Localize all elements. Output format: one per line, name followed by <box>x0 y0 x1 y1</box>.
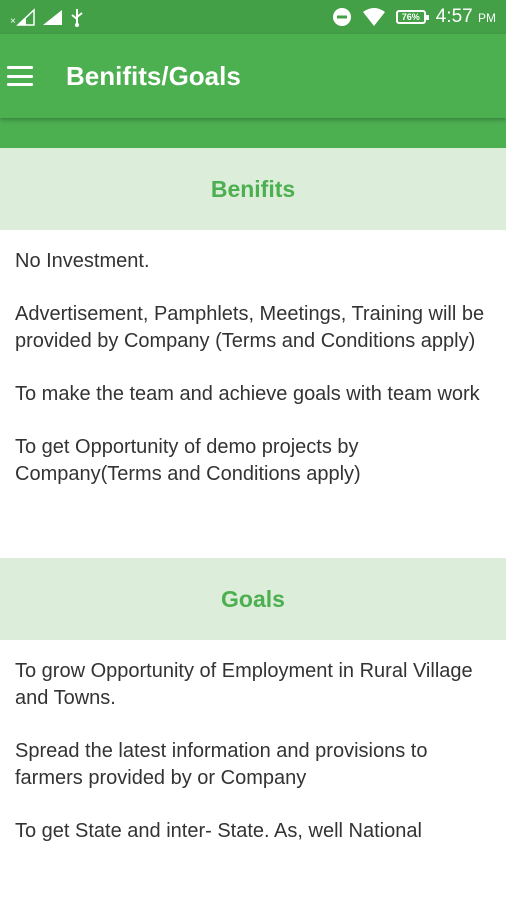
status-time-value: 4:57 <box>435 6 473 27</box>
battery-icon: 76% <box>395 10 429 24</box>
goals-header: Goals <box>0 558 506 640</box>
dnd-icon <box>332 8 351 26</box>
benefits-header: Benifits <box>0 148 506 230</box>
app-bar: Benifits/Goals <box>0 34 506 118</box>
app-title: Benifits/Goals <box>66 60 241 91</box>
wifi-icon <box>362 8 385 26</box>
usb-icon <box>71 9 83 27</box>
header-strip <box>0 118 506 148</box>
benefits-body: No Investment. Advertisement, Pamphlets,… <box>0 230 506 488</box>
status-bar: × 76% 4:57 PM <box>0 0 506 34</box>
content-scroll[interactable]: Benifits No Investment. Advertisement, P… <box>0 148 506 871</box>
status-time-ampm: PM <box>478 11 496 25</box>
benefit-item: Advertisement, Pamphlets, Meetings, Trai… <box>15 303 485 352</box>
goal-item: To grow Opportunity of Employment in Rur… <box>15 660 473 709</box>
goal-item: To get State and inter- State. As, well … <box>15 820 422 842</box>
goals-body: To grow Opportunity of Employment in Rur… <box>0 640 506 845</box>
benefit-item: To make the team and achieve goals with … <box>15 383 480 405</box>
signal-icon <box>43 10 62 25</box>
status-right-icons: 76% 4:57 PM <box>332 6 496 28</box>
status-left-icons: × <box>10 7 84 27</box>
hamburger-menu-icon <box>7 66 33 86</box>
benefit-item: To get Opportunity of demo projects by C… <box>15 436 361 485</box>
goal-item: Spread the latest information and provis… <box>15 740 428 789</box>
status-time: 4:57 PM <box>436 6 496 28</box>
svg-text:×: × <box>10 16 16 26</box>
no-sim-signal-icon: × <box>10 8 35 26</box>
benefit-item: No Investment. <box>15 250 150 272</box>
menu-button[interactable] <box>0 34 60 118</box>
